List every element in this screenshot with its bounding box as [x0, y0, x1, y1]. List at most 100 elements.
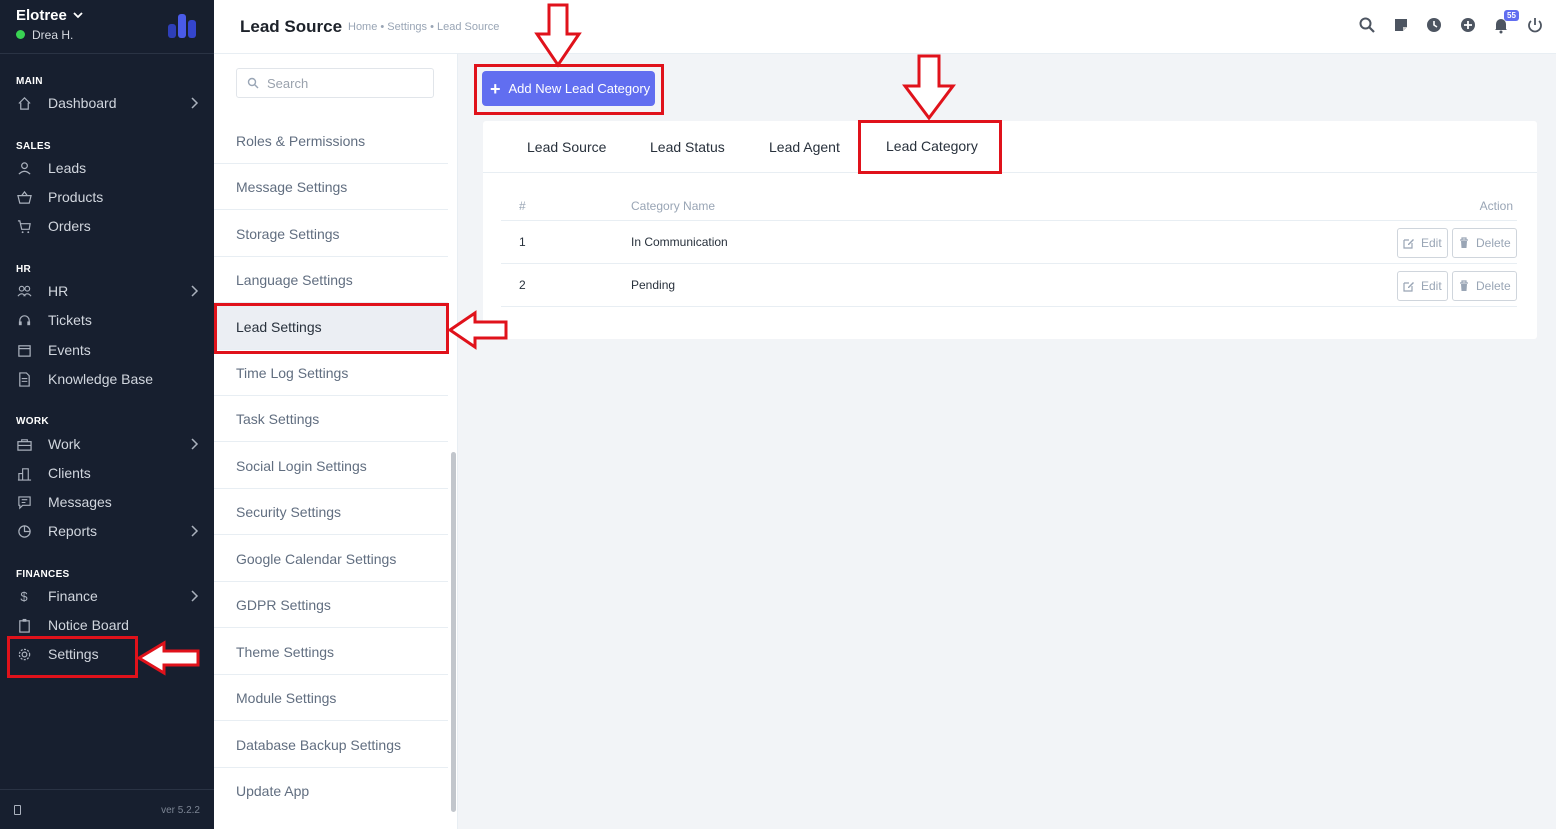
settings-item-task[interactable]: Task Settings [214, 396, 448, 442]
annotation-box-lead-settings [214, 303, 449, 354]
sidebar-item-label: Knowledge Base [48, 371, 154, 387]
edit-label: Edit [1421, 279, 1442, 293]
edit-button[interactable]: Edit [1397, 271, 1448, 301]
sidebar-item-clients[interactable]: Clients [0, 460, 214, 486]
user-icon [16, 160, 32, 176]
sidebar-item-label: Reports [48, 523, 98, 539]
sidebar-item-finance[interactable]: $ Finance [0, 583, 214, 609]
annotation-box-settings [7, 636, 138, 678]
tab-lead-status[interactable]: Lead Status [650, 121, 725, 173]
sidebar-item-hr[interactable]: HR [0, 278, 214, 304]
sidebar-item-leads[interactable]: Leads [0, 155, 214, 181]
settings-item-theme[interactable]: Theme Settings [214, 629, 448, 675]
settings-item-time-log[interactable]: Time Log Settings [214, 350, 448, 396]
company-name[interactable]: Elotree [16, 7, 67, 24]
sticky-note-icon[interactable] [1392, 16, 1410, 34]
building-icon [16, 465, 32, 481]
pie-chart-icon [16, 523, 32, 539]
settings-item-language[interactable]: Language Settings [214, 257, 448, 303]
notification-badge: 55 [1504, 10, 1519, 21]
sidebar-item-messages[interactable]: Messages [0, 489, 214, 515]
settings-item-gdpr[interactable]: GDPR Settings [214, 582, 448, 628]
settings-item-security[interactable]: Security Settings [214, 489, 448, 535]
message-icon [16, 494, 32, 510]
row-number: 2 [519, 278, 526, 292]
settings-item-storage[interactable]: Storage Settings [214, 211, 448, 257]
settings-item-google-calendar[interactable]: Google Calendar Settings [214, 536, 448, 582]
chevron-right-icon [191, 590, 199, 602]
search-icon[interactable] [1358, 16, 1376, 34]
settings-search[interactable] [236, 68, 434, 98]
sidebar-item-label: Finance [48, 588, 98, 604]
sidebar-item-work[interactable]: Work [0, 431, 214, 457]
sidebar-item-label: Orders [48, 218, 91, 234]
annotation-box-add-button [474, 64, 664, 115]
sidebar-item-orders[interactable]: Orders [0, 213, 214, 239]
edit-icon [1403, 239, 1414, 249]
app-logo-icon [168, 14, 196, 38]
chevron-down-icon[interactable] [72, 9, 84, 21]
edit-icon [1403, 282, 1414, 292]
category-name: Pending [631, 278, 676, 292]
sidebar-item-label: Messages [48, 494, 112, 510]
settings-scrollbar[interactable] [451, 452, 456, 812]
lead-tabs: Lead Source Lead Status Lead Agent Lead … [483, 121, 1537, 173]
sidebar-item-tickets[interactable]: Tickets [0, 307, 214, 333]
settings-item-update-app[interactable]: Update App [214, 768, 448, 814]
annotation-arrow-down-icon [534, 3, 582, 68]
search-input[interactable] [267, 75, 417, 91]
annotation-arrow-down-icon [902, 54, 956, 121]
brand-header[interactable]: Elotree Drea H. [0, 0, 214, 54]
lead-settings-card: Lead Source Lead Status Lead Agent Lead … [483, 121, 1537, 339]
user-name: Drea H. [32, 28, 74, 42]
chevron-right-icon [191, 285, 199, 297]
section-title-hr: HR [16, 264, 32, 275]
column-header-number: # [519, 199, 526, 213]
delete-label: Delete [1476, 279, 1511, 293]
chevron-right-icon [191, 525, 199, 537]
sidebar-item-label: Tickets [48, 312, 92, 328]
delete-button[interactable]: Delete [1452, 271, 1517, 301]
sidebar-item-reports[interactable]: Reports [0, 518, 214, 544]
settings-item-social-login[interactable]: Social Login Settings [214, 443, 448, 489]
tab-lead-agent[interactable]: Lead Agent [769, 121, 840, 173]
calendar-icon [16, 342, 32, 358]
table-header: # Category Name Action [501, 197, 1517, 221]
edit-label: Edit [1421, 236, 1442, 250]
sidebar-item-knowledge-base[interactable]: Knowledge Base [0, 366, 214, 392]
breadcrumb[interactable]: Home • Settings • Lead Source [348, 21, 499, 33]
settings-item-message[interactable]: Message Settings [214, 164, 448, 210]
chevron-right-icon [191, 97, 199, 109]
sidebar-item-products[interactable]: Products [0, 184, 214, 210]
home-icon [16, 95, 32, 111]
sidebar-item-dashboard[interactable]: Dashboard [0, 90, 214, 116]
sidebar-item-label: Clients [48, 465, 91, 481]
sidebar-item-label: Dashboard [48, 95, 117, 111]
plus-circle-icon[interactable] [1459, 16, 1477, 34]
clipboard-icon [16, 617, 32, 633]
annotation-box-lead-category-tab [858, 120, 1002, 174]
topbar: Lead Source Home • Settings • Lead Sourc… [214, 0, 1556, 54]
settings-menu: Roles & Permissions Message Settings Sto… [214, 54, 458, 829]
delete-button[interactable]: Delete [1452, 228, 1517, 258]
sidebar-item-notice-board[interactable]: Notice Board [0, 612, 214, 638]
search-icon [247, 77, 259, 89]
sidebar-item-label: Leads [48, 160, 87, 176]
clock-icon[interactable] [1425, 16, 1443, 34]
settings-item-module[interactable]: Module Settings [214, 675, 448, 721]
section-title-work: WORK [16, 416, 49, 427]
trash-icon [1460, 280, 1468, 291]
settings-item-roles-permissions[interactable]: Roles & Permissions [214, 118, 448, 164]
edit-button[interactable]: Edit [1397, 228, 1448, 258]
online-status-icon [16, 30, 25, 39]
settings-item-database-backup[interactable]: Database Backup Settings [214, 722, 448, 768]
mobile-icon[interactable] [14, 805, 21, 815]
tab-lead-source[interactable]: Lead Source [527, 121, 606, 173]
sidebar-item-label: Notice Board [48, 617, 129, 633]
power-icon[interactable] [1526, 16, 1544, 34]
app-version: ver 5.2.2 [161, 805, 200, 816]
sidebar-item-events[interactable]: Events [0, 337, 214, 363]
cart-icon [16, 218, 32, 234]
section-title-sales: SALES [16, 141, 51, 152]
basket-icon [16, 189, 32, 205]
